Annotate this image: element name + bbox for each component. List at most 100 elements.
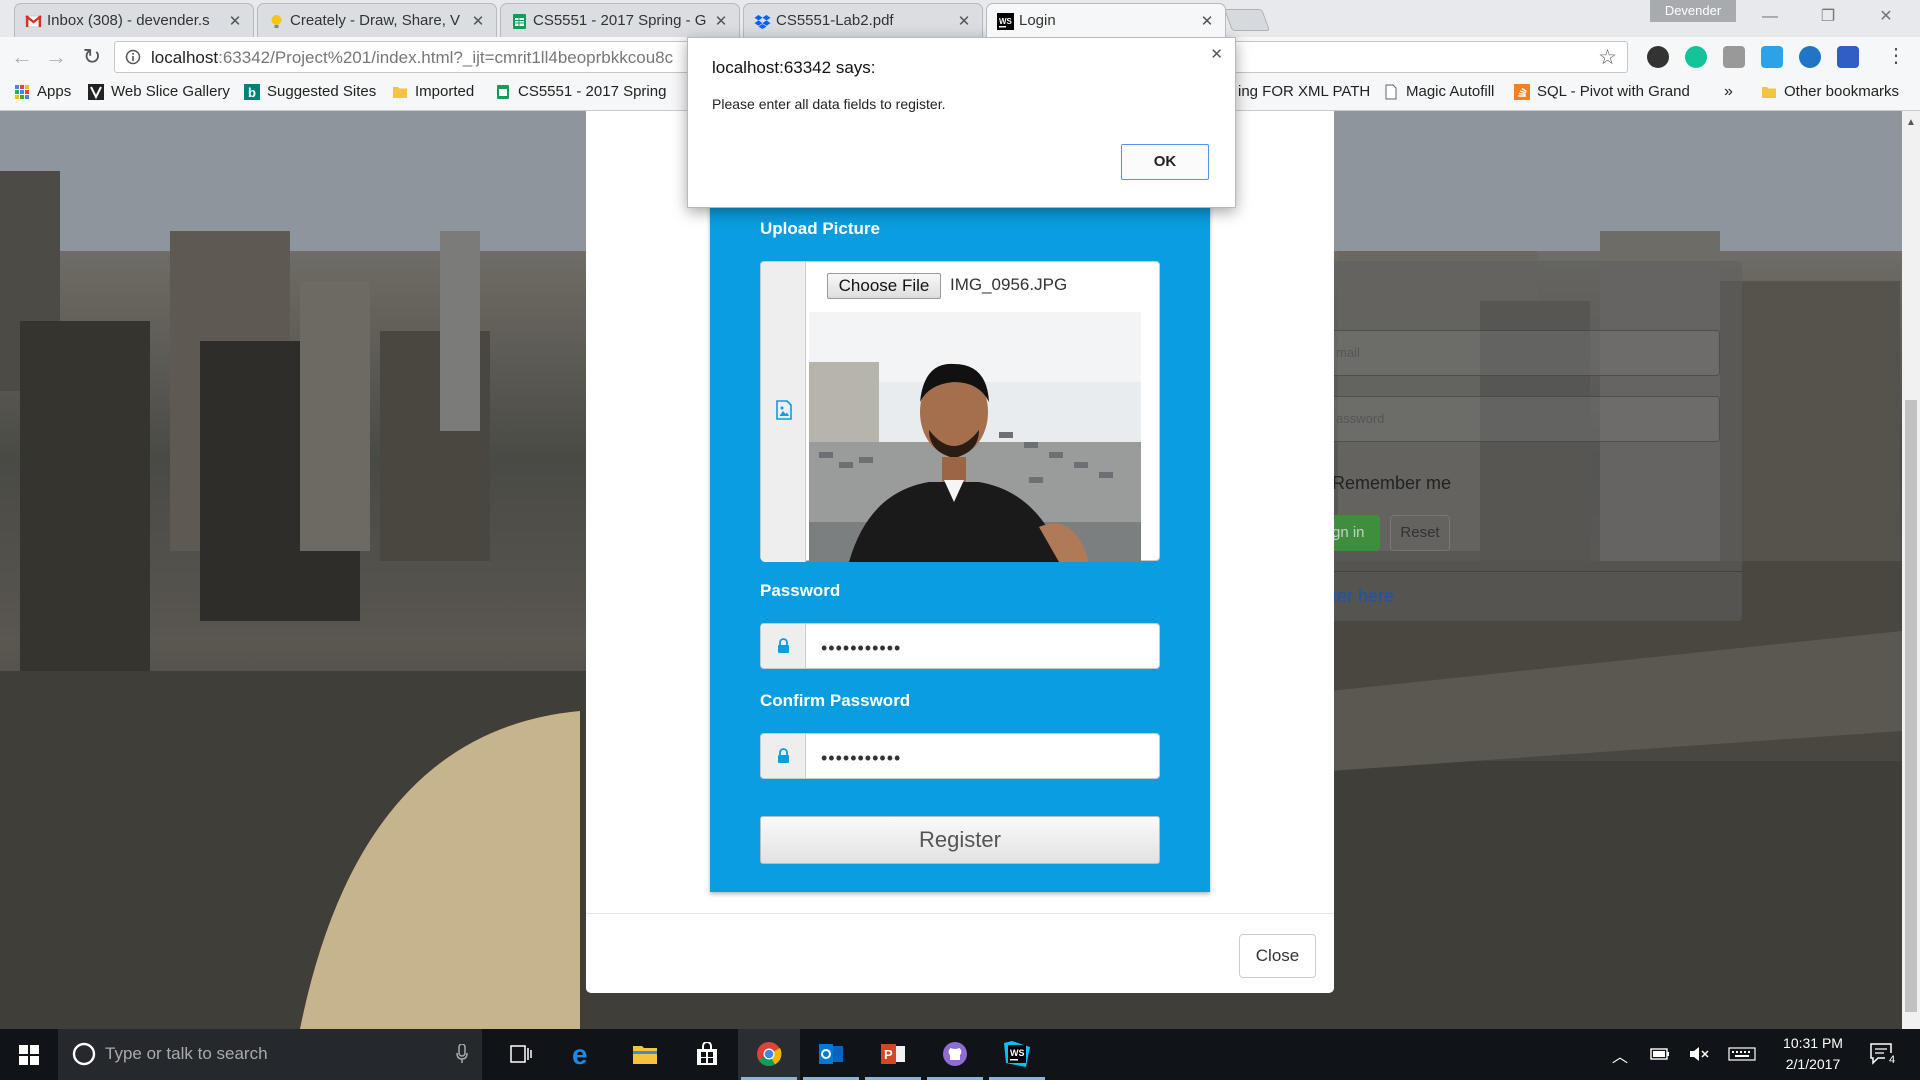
extension-icon[interactable] xyxy=(1647,46,1669,68)
back-arrow-icon[interactable]: ← xyxy=(10,45,34,69)
alert-message: Please enter all data fields to register… xyxy=(712,96,946,112)
page-icon xyxy=(1385,84,1397,99)
clock-date[interactable]: 2/1/2017 xyxy=(1782,1056,1844,1072)
bookmark-suggested-sites[interactable]: b Suggested Sites xyxy=(244,83,376,100)
extension-icon[interactable] xyxy=(1761,46,1783,68)
notification-count-badge: 4 xyxy=(1885,1053,1899,1067)
bookmark-label: Web Slice Gallery xyxy=(111,83,230,100)
microphone-icon[interactable] xyxy=(456,1044,468,1064)
extension-icon[interactable] xyxy=(1799,46,1821,68)
tab-login[interactable]: WS Login ✕ xyxy=(986,3,1226,37)
svg-text:e: e xyxy=(572,1041,588,1067)
clock-time[interactable]: 10:31 PM xyxy=(1782,1035,1844,1051)
scrollbar-thumb[interactable] xyxy=(1905,400,1917,1012)
password-field[interactable]: ••••••••••• xyxy=(760,623,1160,669)
tab-title: CS5551 - 2017 Spring - G xyxy=(533,12,707,29)
bookmark-label: Suggested Sites xyxy=(267,83,377,100)
bookmark-label: Magic Autofill xyxy=(1406,83,1495,100)
tab-dropbox-pdf[interactable]: CS5551-Lab2.pdf ✕ xyxy=(743,3,983,37)
outlook-icon[interactable] xyxy=(800,1029,862,1080)
alert-title: localhost:63342 says: xyxy=(712,58,876,77)
github-icon[interactable] xyxy=(924,1029,986,1080)
confirm-password-input[interactable]: ••••••••••• xyxy=(821,748,901,769)
cortana-icon xyxy=(72,1042,96,1066)
task-view-icon[interactable] xyxy=(490,1029,552,1080)
selected-file-name: IMG_0956.JPG xyxy=(950,275,1068,294)
taskbar-search-box[interactable]: Type or talk to search xyxy=(58,1029,482,1080)
upload-addon xyxy=(761,262,806,562)
close-modal-button[interactable]: Close xyxy=(1239,934,1316,978)
lock-icon xyxy=(778,638,789,653)
url-text: localhost:63342/Project%201/index.html?_… xyxy=(151,48,674,67)
bookmark-other-bookmarks[interactable]: Other bookmarks xyxy=(1761,83,1899,100)
choose-file-button[interactable]: Choose File xyxy=(827,273,941,299)
login-email-input[interactable]: mail xyxy=(1330,330,1720,376)
bookmark-cs5551[interactable]: CS5551 - 2017 Spring xyxy=(495,83,666,100)
bookmark-imported[interactable]: Imported xyxy=(392,83,474,100)
tab-creately[interactable]: Creately - Draw, Share, V ✕ xyxy=(257,3,497,37)
extension-icon[interactable] xyxy=(1723,46,1745,68)
keyboard-icon[interactable] xyxy=(1728,1047,1756,1061)
bookmark-xml-path[interactable]: ing FOR XML PATH xyxy=(1238,83,1370,100)
password-input[interactable]: ••••••••••• xyxy=(821,638,901,659)
close-tab-icon[interactable]: ✕ xyxy=(1199,12,1215,30)
windows-taskbar: Type or talk to search e P WS ︿ 10:31 PM… xyxy=(0,1029,1920,1080)
modal-footer-divider xyxy=(586,913,1334,914)
tab-sheets[interactable]: CS5551 - 2017 Spring - G ✕ xyxy=(500,3,740,37)
alert-ok-button[interactable]: OK xyxy=(1121,144,1209,180)
bookmark-web-slice-gallery[interactable]: Web Slice Gallery xyxy=(88,83,230,100)
sheets-icon xyxy=(497,84,509,99)
scroll-up-arrow-icon[interactable]: ▲ xyxy=(1906,117,1916,128)
webstorm-icon[interactable]: WS xyxy=(986,1029,1048,1080)
volume-muted-icon[interactable] xyxy=(1689,1046,1709,1062)
bookmark-apps[interactable]: Apps xyxy=(14,83,71,100)
windows-start-icon[interactable] xyxy=(19,1045,39,1065)
forward-arrow-icon[interactable]: → xyxy=(44,45,68,69)
register-button[interactable]: Register xyxy=(760,816,1160,864)
bookmark-star-icon[interactable]: ☆ xyxy=(1598,45,1617,70)
chrome-icon[interactable] xyxy=(738,1029,800,1080)
remember-me-label[interactable]: Remember me xyxy=(1332,473,1451,494)
battery-icon[interactable] xyxy=(1650,1048,1670,1060)
folder-icon xyxy=(1762,86,1776,98)
file-explorer-icon[interactable] xyxy=(614,1029,676,1080)
close-tab-icon[interactable]: ✕ xyxy=(470,12,486,30)
edge-icon[interactable]: e xyxy=(552,1029,614,1080)
new-tab-button[interactable] xyxy=(1223,9,1271,31)
password-addon xyxy=(761,624,806,668)
sheets-icon xyxy=(513,14,526,29)
close-tab-icon[interactable]: ✕ xyxy=(713,12,729,30)
bookmark-label: Apps xyxy=(37,83,72,100)
restore-icon[interactable]: ❐ xyxy=(1810,4,1846,30)
extension-icon[interactable] xyxy=(1837,46,1859,68)
svg-text:WS: WS xyxy=(1010,1048,1025,1058)
uploaded-photo-preview xyxy=(809,312,1141,562)
confirm-password-field[interactable]: ••••••••••• xyxy=(760,733,1160,779)
bookmark-sql-pivot[interactable]: SQL - Pivot with Grand xyxy=(1514,83,1689,100)
menu-kebab-icon[interactable]: ⋮ xyxy=(1886,44,1906,68)
show-hidden-icons-chevron-icon[interactable]: ︿ xyxy=(1612,1043,1628,1067)
dropbox-icon xyxy=(754,15,771,29)
reset-button[interactable]: Reset xyxy=(1390,515,1450,551)
grammarly-icon[interactable] xyxy=(1685,46,1707,68)
tab-gmail[interactable]: Inbox (308) - devender.s ✕ xyxy=(14,3,254,37)
register-link[interactable]: ter here xyxy=(1332,586,1394,607)
sign-in-button[interactable]: gn in xyxy=(1330,515,1380,551)
reload-icon[interactable]: ↻ xyxy=(80,45,104,69)
minimize-icon[interactable]: — xyxy=(1752,4,1788,30)
creately-icon xyxy=(271,15,282,28)
bookmark-label: Imported xyxy=(415,83,475,100)
login-password-input[interactable]: assword xyxy=(1330,396,1720,442)
alert-close-icon[interactable]: ✕ xyxy=(1210,45,1223,63)
bookmark-label: CS5551 - 2017 Spring xyxy=(518,83,667,100)
powerpoint-icon[interactable]: P xyxy=(862,1029,924,1080)
profile-button[interactable]: Devender xyxy=(1650,0,1736,22)
register-form-panel: Upload Picture Choose File IMG_0956.JPG xyxy=(710,111,1210,892)
bookmark-magic-autofill[interactable]: Magic Autofill xyxy=(1383,83,1494,100)
store-icon[interactable] xyxy=(676,1029,738,1080)
close-tab-icon[interactable]: ✕ xyxy=(227,12,243,30)
close-tab-icon[interactable]: ✕ xyxy=(956,12,972,30)
bookmarks-overflow-chevron[interactable]: » xyxy=(1724,83,1733,101)
svg-text:b: b xyxy=(248,85,256,100)
close-window-icon[interactable]: ✕ xyxy=(1868,4,1904,30)
